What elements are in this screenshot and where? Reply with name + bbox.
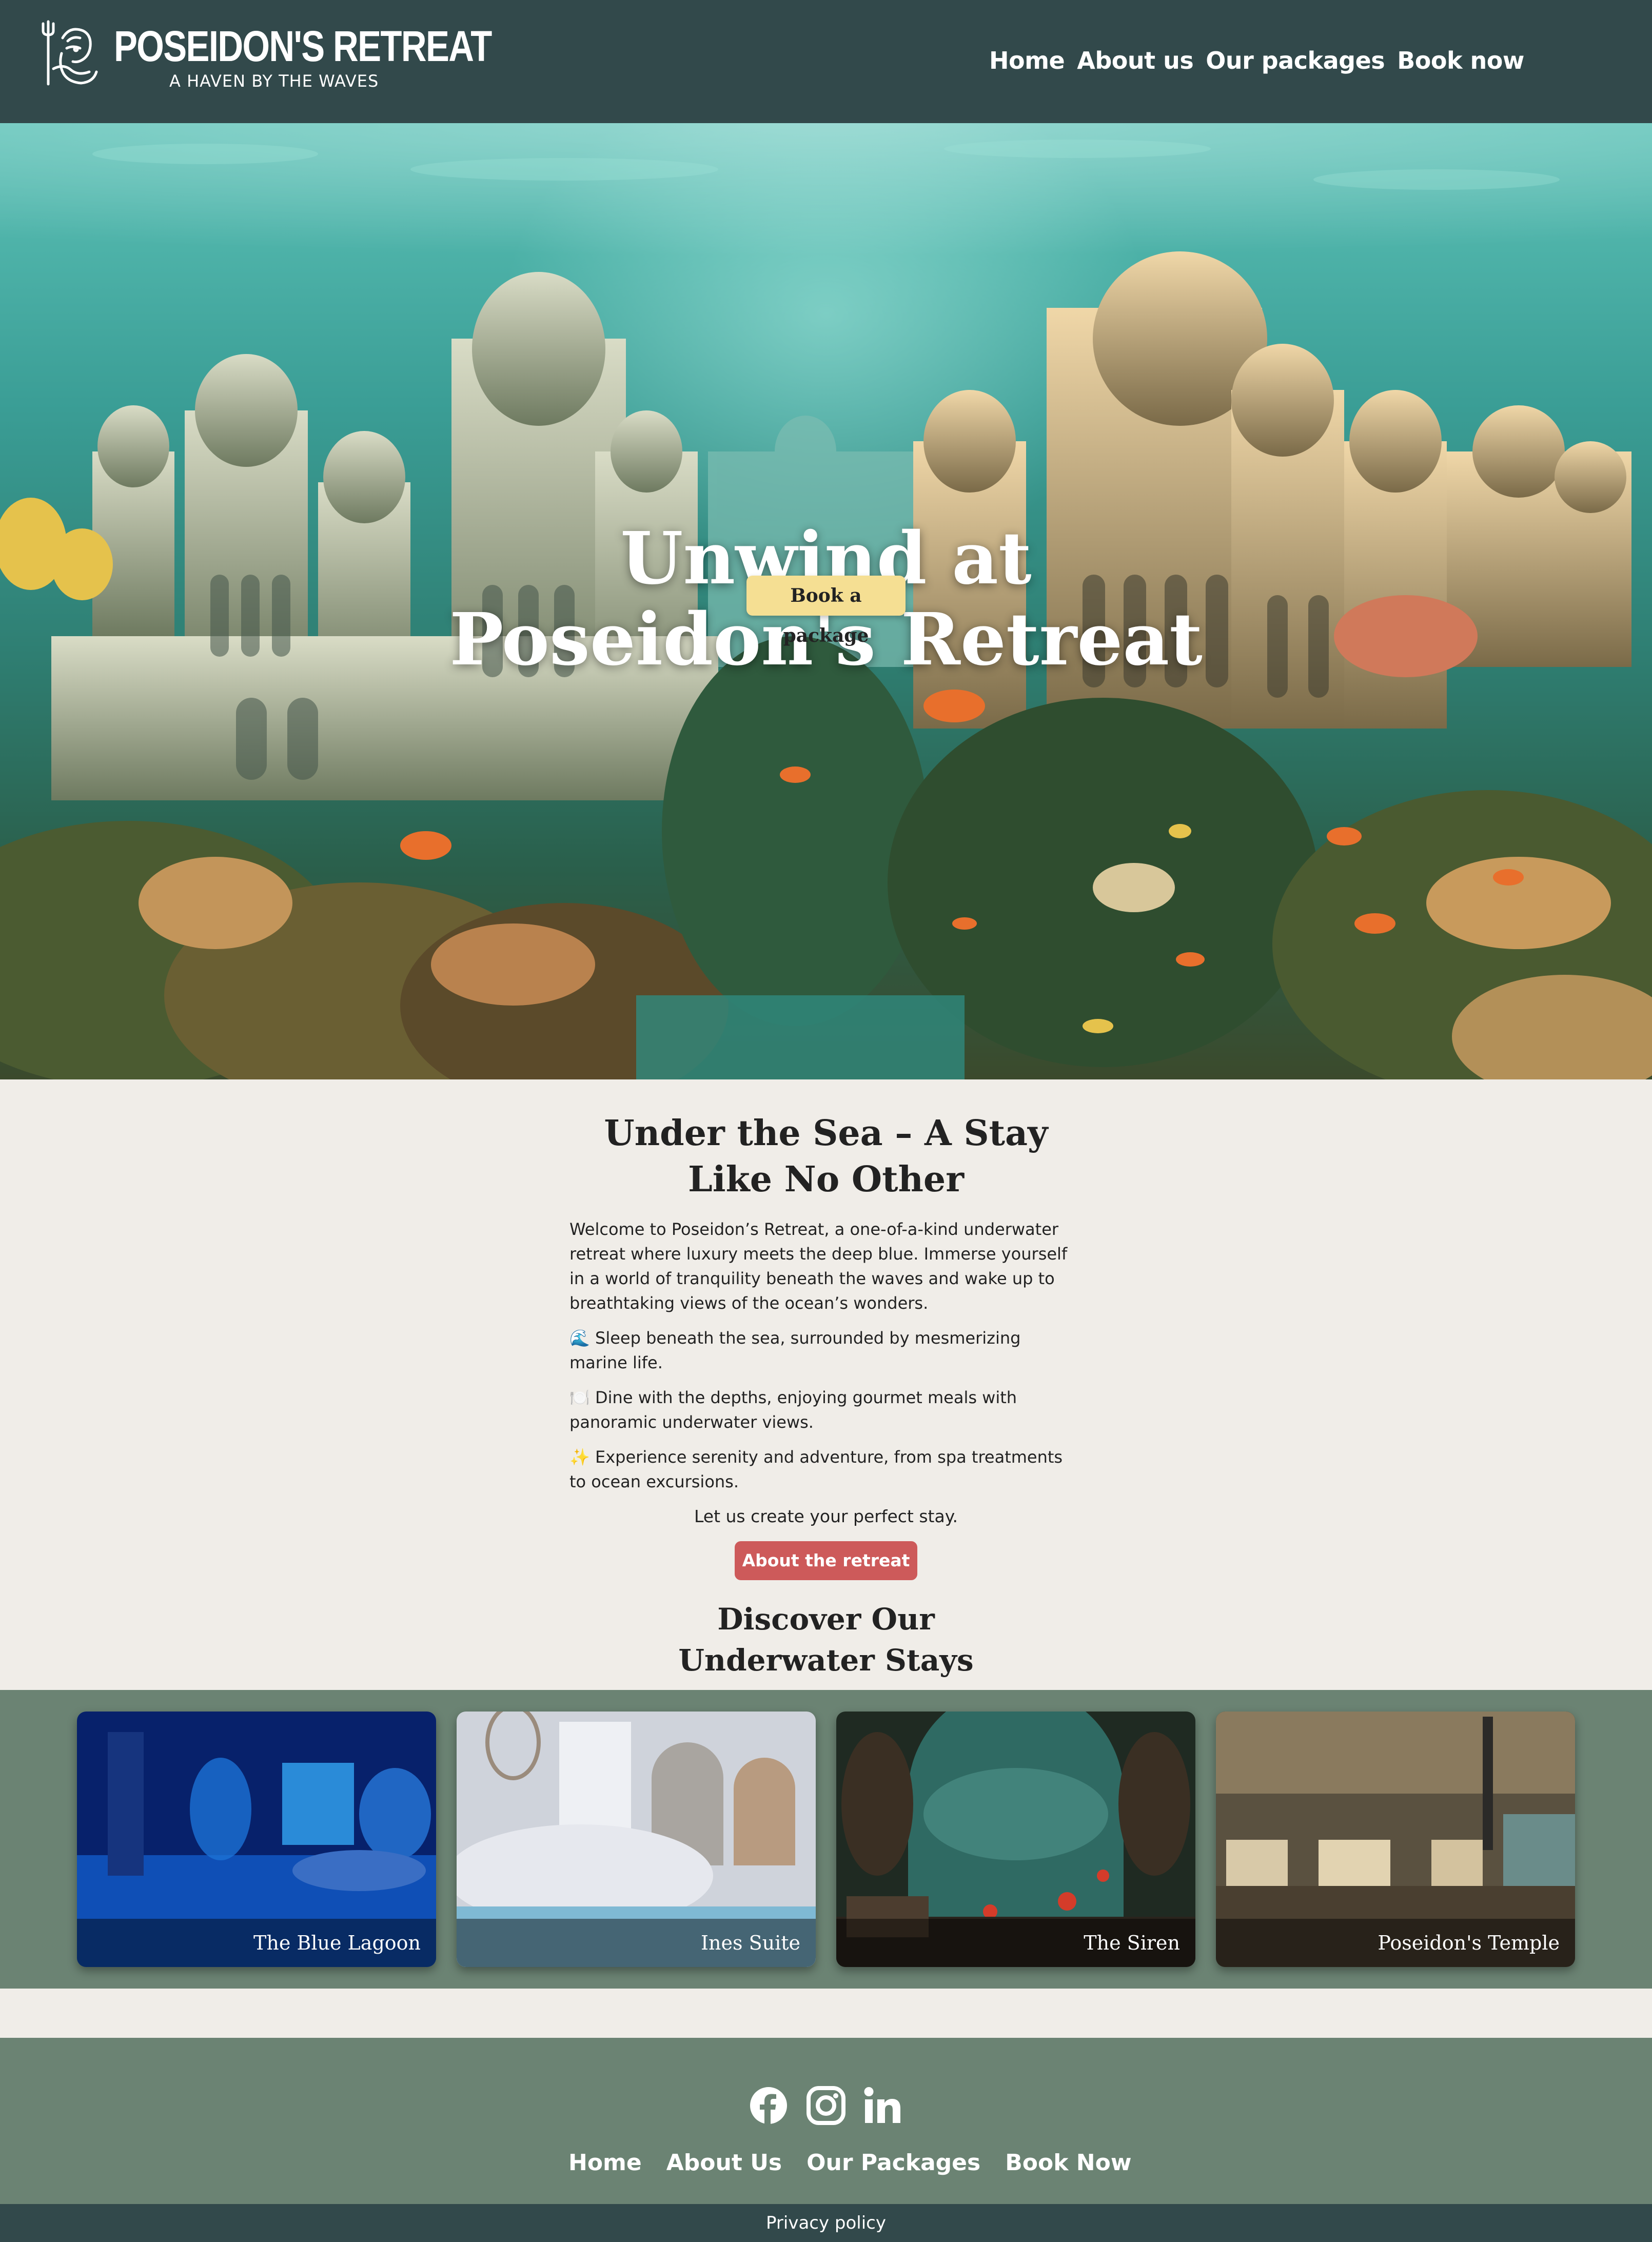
intro-bullet: ✨ Experience serenity and adventure, fro… bbox=[569, 1445, 1083, 1494]
stay-card-ines-suite[interactable]: Ines Suite bbox=[457, 1712, 816, 1967]
footer-nav-our-packages[interactable]: Our Packages bbox=[807, 2150, 980, 2185]
brand-tagline: A HAVEN BY THE WAVES bbox=[169, 71, 379, 91]
nav-our-packages[interactable]: Our packages bbox=[1206, 47, 1385, 74]
stay-card-label: The Blue Lagoon bbox=[77, 1919, 436, 1967]
footer-nav-book-now[interactable]: Book Now bbox=[1005, 2150, 1131, 2185]
instagram-icon[interactable] bbox=[805, 2085, 847, 2126]
sparkles-icon: ✨ bbox=[569, 1447, 590, 1467]
site-header: POSEIDON'S RETREAT A HAVEN BY THE WAVES … bbox=[0, 0, 1652, 123]
nav-home[interactable]: Home bbox=[989, 47, 1065, 74]
intro-title-line2: Like No Other bbox=[687, 1159, 965, 1200]
poseidon-trident-icon[interactable] bbox=[38, 17, 110, 89]
stays-title: Discover Our Underwater Stays bbox=[564, 1599, 1088, 1681]
stay-card-label: Poseidon's Temple bbox=[1216, 1919, 1575, 1967]
intro-bullet: 🍽️ Dine with the depths, enjoying gourme… bbox=[569, 1385, 1083, 1434]
footer-nav-about-us[interactable]: About Us bbox=[666, 2150, 782, 2185]
privacy-policy-link[interactable]: Privacy policy bbox=[766, 2213, 886, 2233]
main-nav: Home About us Our packages Book now bbox=[989, 44, 1524, 77]
brand-title[interactable]: POSEIDON'S RETREAT bbox=[114, 22, 492, 71]
intro-title-line1: Under the Sea – A Stay bbox=[604, 1113, 1048, 1154]
intro-bullet-text: Experience serenity and adventure, from … bbox=[569, 1447, 1063, 1491]
stay-card-poseidons-temple[interactable]: Poseidon's Temple bbox=[1216, 1712, 1575, 1967]
wave-icon: 🌊 bbox=[569, 1328, 590, 1348]
nav-about-us[interactable]: About us bbox=[1077, 47, 1194, 74]
about-retreat-button[interactable]: About the retreat bbox=[735, 1541, 917, 1580]
intro-paragraph: Welcome to Poseidon’s Retreat, a one-of-… bbox=[569, 1220, 1068, 1313]
intro-bullet-text: Dine with the depths, enjoying gourmet m… bbox=[569, 1388, 1017, 1432]
nav-book-now[interactable]: Book now bbox=[1397, 47, 1524, 74]
intro-bullet-text: Sleep beneath the sea, surrounded by mes… bbox=[569, 1328, 1021, 1372]
facebook-icon[interactable] bbox=[748, 2085, 789, 2126]
intro-cta-text: Let us create your perfect stay. bbox=[694, 1506, 958, 1526]
intro-body: Welcome to Poseidon’s Retreat, a one-of-… bbox=[569, 1217, 1083, 1504]
intro-bullet: 🌊 Sleep beneath the sea, surrounded by m… bbox=[569, 1326, 1083, 1375]
stay-card-label: The Siren bbox=[836, 1919, 1195, 1967]
stay-card-the-siren[interactable]: The Siren bbox=[836, 1712, 1195, 1967]
linkedin-icon[interactable] bbox=[862, 2085, 903, 2126]
privacy-bar: Privacy policy bbox=[0, 2204, 1652, 2242]
dining-icon: 🍽️ bbox=[569, 1388, 590, 1407]
footer-nav: Home About Us Our Packages Book Now bbox=[568, 2150, 1131, 2185]
book-package-button[interactable]: Book a package bbox=[746, 576, 906, 646]
footer-nav-home[interactable]: Home bbox=[568, 2150, 642, 2185]
stay-card-label: Ines Suite bbox=[457, 1919, 816, 1967]
intro-title: Under the Sea – A Stay Like No Other bbox=[513, 1110, 1139, 1203]
stays-title-line1: Discover Our bbox=[717, 1602, 935, 1637]
stays-title-line2: Underwater Stays bbox=[678, 1643, 974, 1678]
stay-card-blue-lagoon[interactable]: The Blue Lagoon bbox=[77, 1712, 436, 1967]
